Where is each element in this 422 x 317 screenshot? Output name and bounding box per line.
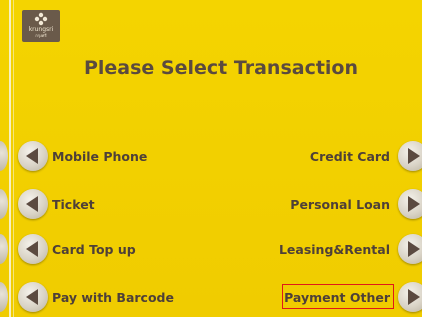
triangle-left-icon [26,196,38,212]
personal-loan-button[interactable] [398,189,422,219]
triangle-left-icon [26,289,38,305]
payment-other-button[interactable] [398,282,422,312]
ticket-label[interactable]: Ticket [52,197,95,213]
leasing-rental-button[interactable] [398,234,422,264]
payment-other-label[interactable]: Payment Other [284,290,390,306]
card-top-up-button[interactable] [18,234,48,264]
ticket-button[interactable] [18,189,48,219]
krungsri-logo-icon [34,12,48,26]
edge-button-4[interactable] [0,282,8,312]
triangle-left-icon [26,148,38,164]
leasing-rental-label[interactable]: Leasing&Rental [279,242,390,258]
mobile-phone-button[interactable] [18,141,48,171]
personal-loan-label[interactable]: Personal Loan [290,197,390,213]
krungsri-logo: krungsri กรุงศรี [22,10,60,42]
atm-screen: krungsri กรุงศรี Please Select Transacti… [0,0,422,317]
triangle-right-icon [408,148,420,164]
pay-with-barcode-button[interactable] [18,282,48,312]
card-top-up-label[interactable]: Card Top up [52,242,136,258]
bezel-divider [9,0,11,317]
edge-button-1[interactable] [0,141,8,171]
triangle-right-icon [408,241,420,257]
brand-sub: กรุงศรี [35,33,47,38]
credit-card-button[interactable] [398,141,422,171]
pay-with-barcode-label[interactable]: Pay with Barcode [52,290,174,306]
bezel-divider-inner [13,0,14,317]
triangle-right-icon [408,289,420,305]
edge-button-3[interactable] [0,234,8,264]
credit-card-label[interactable]: Credit Card [310,149,390,165]
mobile-phone-label[interactable]: Mobile Phone [52,149,147,165]
triangle-right-icon [408,196,420,212]
page-title: Please Select Transaction [83,57,359,79]
triangle-left-icon [26,241,38,257]
edge-button-2[interactable] [0,189,8,219]
